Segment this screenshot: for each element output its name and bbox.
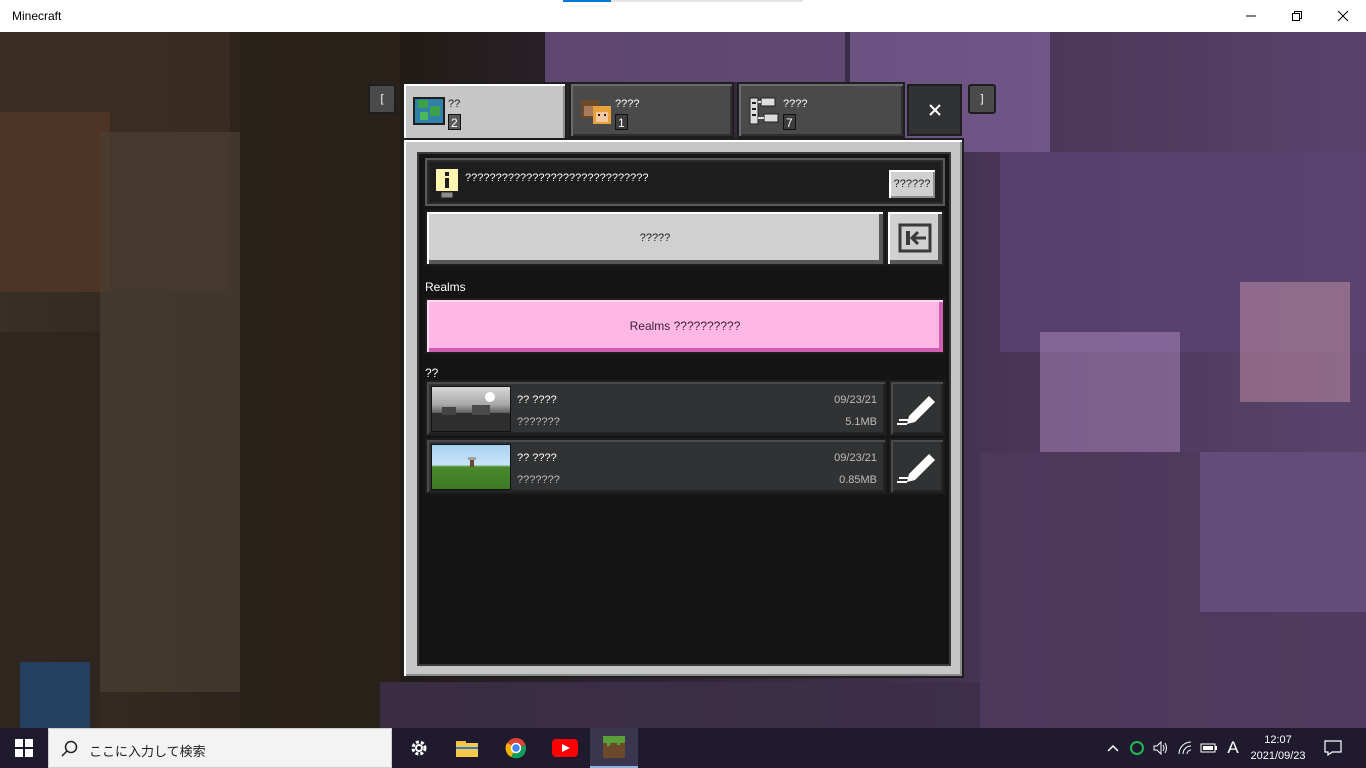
tray-overflow-button[interactable] [1102, 728, 1124, 768]
tray-clock[interactable]: 12:07 2021/09/23 [1246, 732, 1310, 764]
minimize-icon [1246, 15, 1256, 17]
close-icon [928, 104, 941, 116]
dialog-panel: ?????????????????????????????? ?????? ??… [402, 138, 964, 678]
minecraft-icon [603, 736, 625, 758]
worlds-section-label: ?? [425, 366, 439, 380]
realms-section-label: Realms [425, 280, 466, 294]
world-size: 5.1MB [845, 416, 877, 428]
world-date: 09/23/21 [834, 452, 877, 464]
tab-friends-count: 1 [615, 114, 628, 130]
prev-tab-button[interactable]: [ [368, 84, 396, 114]
world-item[interactable]: ?? ???? ??????? 09/23/21 0.85MB [425, 438, 887, 494]
gear-icon [411, 740, 427, 756]
taskbar-youtube[interactable] [542, 728, 588, 768]
tray-ime[interactable]: A [1222, 728, 1244, 768]
window-titlebar: Minecraft [0, 0, 1366, 32]
info-bar: ?????????????????????????????? ?????? [425, 158, 945, 206]
info-action-button[interactable]: ?????? [887, 168, 937, 200]
world-list-container: ?????????????????????????????? ?????? ??… [417, 152, 951, 666]
youtube-icon [552, 739, 578, 757]
info-message: ?????????????????????????????? [465, 172, 649, 184]
folder-icon [456, 741, 478, 757]
info-icon [434, 167, 460, 199]
pencil-icon [897, 396, 935, 425]
taskbar-explorer[interactable] [444, 728, 490, 768]
servers-icon [749, 97, 779, 125]
taskbar: ここに入力して検索 A 12:07 2021/09/23 [0, 728, 1366, 768]
windows-icon [15, 739, 33, 757]
close-window-button[interactable] [1320, 0, 1366, 32]
clock-time: 12:07 [1264, 734, 1292, 746]
clock-date: 2021/09/23 [1250, 750, 1306, 762]
chrome-icon [505, 738, 527, 759]
import-world-button[interactable] [886, 210, 944, 266]
search-icon [61, 740, 78, 757]
notification-icon [1324, 740, 1342, 756]
close-icon [1337, 10, 1349, 22]
tab-servers-count: 7 [783, 114, 796, 130]
pencil-icon [897, 454, 935, 483]
loading-indicator [563, 0, 803, 2]
world-thumbnail [431, 386, 511, 432]
window-title: Minecraft [12, 9, 62, 23]
restore-icon [1292, 11, 1302, 21]
create-new-button[interactable]: ????? [425, 210, 885, 266]
close-dialog-button[interactable] [907, 84, 962, 136]
chevron-up-icon [1107, 744, 1119, 752]
world-mode: ??????? [517, 416, 560, 428]
edit-world-button[interactable] [889, 438, 945, 494]
taskbar-chrome[interactable] [492, 728, 540, 768]
start-button[interactable] [0, 728, 48, 768]
tab-servers[interactable]: ???? 7 [737, 82, 905, 138]
taskbar-search[interactable]: ここに入力して検索 [48, 728, 392, 768]
play-screen-dialog: [ ] ?? 2 ???? 1 ???? 7 ?????????????????… [368, 82, 996, 678]
taskbar-settings[interactable] [396, 728, 442, 768]
friends-icon [581, 100, 611, 124]
restore-button[interactable] [1274, 0, 1320, 32]
wifi-icon [1178, 741, 1192, 755]
search-placeholder: ここに入力して検索 [89, 744, 206, 759]
edit-world-button[interactable] [889, 380, 945, 436]
world-item[interactable]: ?? ???? ??????? 09/23/21 5.1MB [425, 380, 887, 436]
next-tab-button[interactable]: ] [968, 84, 996, 114]
tray-network[interactable] [1174, 728, 1196, 768]
tray-volume[interactable] [1150, 728, 1172, 768]
notification-button[interactable] [1316, 728, 1350, 768]
battery-icon [1200, 743, 1217, 753]
tray-battery[interactable] [1198, 728, 1220, 768]
minimize-button[interactable] [1228, 0, 1274, 32]
tab-worlds-label: ?? [448, 98, 461, 110]
world-icon [413, 97, 445, 125]
tab-servers-label: ???? [783, 98, 808, 110]
tab-worlds-count: 2 [448, 114, 461, 130]
world-mode: ??????? [517, 474, 560, 486]
world-size: 0.85MB [839, 474, 877, 486]
tab-friends[interactable]: ???? 1 [569, 82, 734, 138]
world-name: ?? ???? [517, 394, 557, 406]
world-thumbnail [431, 444, 511, 490]
world-name: ?? ???? [517, 452, 557, 464]
tray-security[interactable] [1126, 728, 1148, 768]
realms-button[interactable]: Realms ?????????? [425, 298, 945, 354]
tab-friends-label: ???? [615, 98, 640, 110]
taskbar-minecraft[interactable] [590, 728, 638, 768]
status-circle-icon [1130, 741, 1144, 755]
import-icon [898, 223, 932, 253]
tab-worlds[interactable]: ?? 2 [402, 82, 567, 140]
speaker-icon [1153, 741, 1167, 755]
world-date: 09/23/21 [834, 394, 877, 406]
